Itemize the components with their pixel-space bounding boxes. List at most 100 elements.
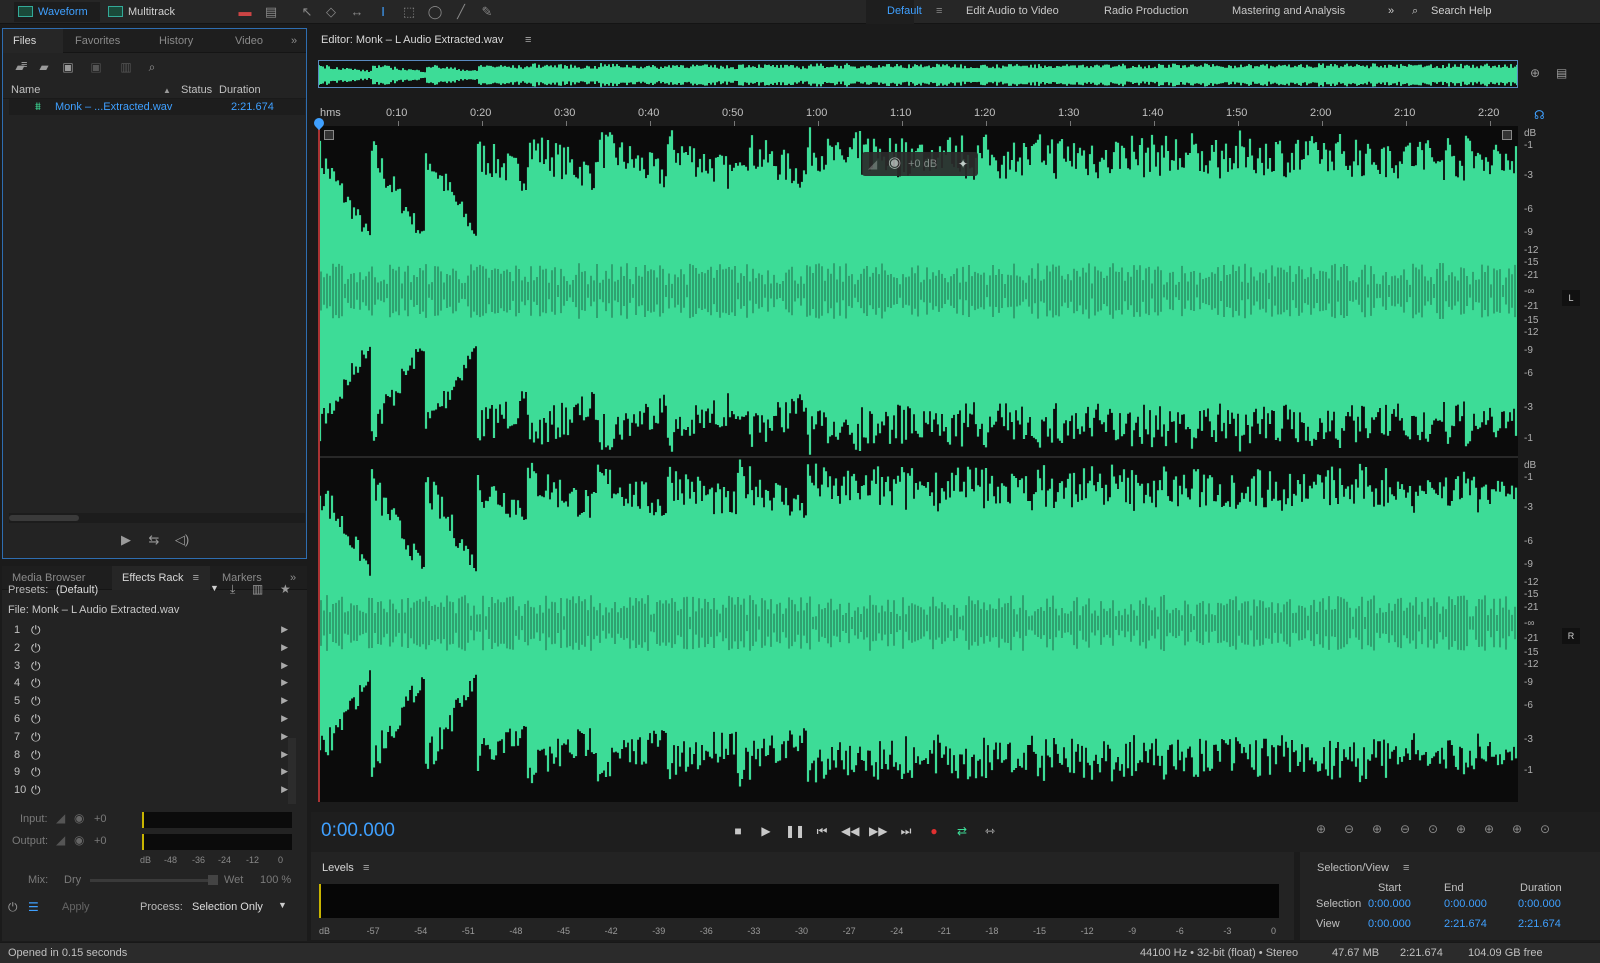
effect-slot[interactable]: 9 ⏻ ▶ [12, 764, 298, 782]
view-duration[interactable]: 2:21.674 [1518, 918, 1561, 930]
panel-menu-icon[interactable]: ≡ [193, 572, 199, 584]
zoom-to-selection-icon[interactable]: ⊙ [1535, 822, 1555, 840]
time-ruler[interactable]: hms 0:10 0:20 0:30 0:40 0:50 1:00 1:10 1:20 1:30… [318, 104, 1518, 126]
lasso-tool-icon[interactable]: ◯ [426, 4, 444, 20]
file-list-item[interactable]: ⩩ Monk – ...Extracted.wav 2:21.674 [9, 99, 305, 115]
spectral-frequency-icon[interactable]: ▬ [236, 4, 254, 20]
effect-slot-arrow-icon[interactable]: ▶ [281, 642, 288, 653]
mix-slider-handle[interactable] [208, 875, 218, 885]
effect-power-icon[interactable]: ⏻ [31, 712, 41, 727]
delete-preset-icon[interactable]: ▥ [252, 582, 263, 596]
rewind-button[interactable]: ◀◀ [841, 823, 859, 839]
effect-power-icon[interactable]: ⏻ [31, 676, 41, 691]
record-button[interactable]: ● [925, 823, 943, 839]
skip-to-start-button[interactable]: ⏮ [813, 823, 831, 839]
headphones-icon[interactable]: ☊ [1534, 108, 1545, 122]
effect-power-icon[interactable]: ⏻ [31, 694, 41, 709]
multitrack-mode-tab[interactable]: Multitrack [104, 2, 190, 22]
files-scrollbar[interactable] [9, 513, 305, 523]
selection-view-menu-icon[interactable]: ≡ [1403, 862, 1409, 874]
effect-slot[interactable]: 5 ⏻ ▶ [12, 693, 298, 711]
output-gain-knob-icon[interactable]: ◉ [74, 833, 84, 847]
effect-slot[interactable]: 3 ⏻ ▶ [12, 658, 298, 676]
workspace-radio-production[interactable]: Radio Production [1104, 5, 1188, 17]
zoom-in-at-end-icon[interactable]: ⊕ [1479, 822, 1499, 840]
import-file-icon[interactable]: ▰ [35, 60, 53, 74]
presets-select[interactable]: (Default) [56, 584, 98, 596]
workspace-overflow-icon[interactable]: » [1388, 5, 1394, 17]
open-file-icon[interactable]: ▰ [11, 60, 29, 74]
selection-start[interactable]: 0:00.000 [1368, 898, 1411, 910]
editor-menu-icon[interactable]: ≡ [525, 34, 531, 46]
effect-slot[interactable]: 4 ⏻ ▶ [12, 675, 298, 693]
stop-button[interactable]: ■ [729, 823, 747, 839]
apply-button[interactable]: Apply [62, 901, 90, 913]
effect-power-icon[interactable]: ⏻ [31, 659, 41, 674]
process-dropdown-icon[interactable]: ▼ [278, 900, 287, 910]
time-selection-tool-icon[interactable]: I [374, 4, 392, 20]
column-name[interactable]: Name [11, 84, 40, 96]
tab-favorites[interactable]: Favorites [65, 29, 130, 53]
hud-volume-control[interactable]: ◢ ◉ +0 dB ✦ [862, 152, 978, 176]
workspace-mastering-analysis[interactable]: Mastering and Analysis [1232, 5, 1345, 17]
zoom-out-full-icon[interactable]: ⊙ [1423, 822, 1443, 840]
effect-slot[interactable]: 1 ⏻ ▶ [12, 622, 298, 640]
zoom-in-time-icon[interactable]: ⊕ [1367, 822, 1387, 840]
mix-slider-track[interactable] [90, 879, 216, 882]
favorite-star-icon[interactable]: ★ [280, 582, 291, 596]
zoom-out-time-icon[interactable]: ⊖ [1395, 822, 1415, 840]
column-status[interactable]: Status [181, 84, 212, 96]
hud-pin-icon[interactable]: ✦ [958, 157, 968, 171]
effect-slot-arrow-icon[interactable]: ▶ [281, 731, 288, 742]
search-help-field[interactable]: Search Help [1431, 5, 1492, 17]
process-select[interactable]: Selection Only [192, 901, 263, 913]
effect-power-icon[interactable]: ⏻ [31, 730, 41, 745]
fast-forward-button[interactable]: ▶▶ [869, 823, 887, 839]
skip-selection-button[interactable]: ⇿ [981, 823, 999, 839]
effect-power-icon[interactable]: ⏻ [31, 783, 41, 798]
close-file-icon[interactable]: ▥ [117, 60, 135, 74]
zoom-in-at-start-icon[interactable]: ⊕ [1451, 822, 1471, 840]
loop-playback-button[interactable]: ⇄ [953, 823, 971, 839]
effect-slot-arrow-icon[interactable]: ▶ [281, 766, 288, 777]
brush-tool-icon[interactable]: ╱ [452, 4, 470, 20]
current-time-display[interactable]: 0:00.000 [321, 820, 395, 842]
healing-brush-icon[interactable]: ✎ [478, 4, 496, 20]
effect-slot-arrow-icon[interactable]: ▶ [281, 677, 288, 688]
effect-power-icon[interactable]: ⏻ [31, 623, 41, 638]
effect-slot[interactable]: 6 ⏻ ▶ [12, 711, 298, 729]
effect-power-icon[interactable]: ⏻ [31, 748, 41, 763]
overview-navigator[interactable] [318, 60, 1518, 88]
fade-out-handle[interactable] [1502, 130, 1512, 140]
workspace-menu-icon[interactable]: ≡ [936, 5, 942, 17]
left-channel-badge[interactable]: L [1562, 290, 1580, 306]
effect-slot-arrow-icon[interactable]: ▶ [281, 713, 288, 724]
effect-slot-arrow-icon[interactable]: ▶ [281, 624, 288, 635]
effect-slot[interactable]: 10 ⏻ ▶ [12, 782, 298, 800]
rack-power-icon[interactable]: ⏻ [8, 900, 18, 914]
workspace-default[interactable]: Default [887, 5, 922, 17]
razor-tool-icon[interactable]: ◇ [322, 4, 340, 20]
insert-into-multitrack-icon[interactable]: ▣ [87, 60, 105, 74]
marquee-tool-icon[interactable]: ⬚ [400, 4, 418, 20]
tab-effects-rack[interactable]: Effects Rack ≡ [112, 566, 210, 590]
loop-file-icon[interactable]: ⇆ [145, 533, 163, 547]
slip-tool-icon[interactable]: ↔ [348, 4, 366, 20]
column-duration[interactable]: Duration [219, 84, 261, 96]
tab-history[interactable]: History [149, 29, 203, 53]
new-file-icon[interactable]: ▣ [59, 60, 77, 74]
effect-slot[interactable]: 7 ⏻ ▶ [12, 729, 298, 747]
zoom-in-amplitude-icon[interactable]: ⊕ [1311, 822, 1331, 840]
view-end[interactable]: 2:21.674 [1444, 918, 1487, 930]
effect-slot[interactable]: 8 ⏻ ▶ [12, 747, 298, 765]
selection-end[interactable]: 0:00.000 [1444, 898, 1487, 910]
rack-list-icon[interactable]: ☰ [28, 900, 39, 914]
zoom-out-amplitude-icon[interactable]: ⊖ [1339, 822, 1359, 840]
effect-power-icon[interactable]: ⏻ [31, 641, 41, 656]
save-preset-icon[interactable]: ⤓ [230, 582, 235, 596]
view-start[interactable]: 0:00.000 [1368, 918, 1411, 930]
input-gain-knob-icon[interactable]: ◉ [74, 811, 84, 825]
spectral-pitch-icon[interactable]: ▤ [262, 4, 280, 20]
effect-slot-arrow-icon[interactable]: ▶ [281, 784, 288, 795]
effect-slot-arrow-icon[interactable]: ▶ [281, 695, 288, 706]
